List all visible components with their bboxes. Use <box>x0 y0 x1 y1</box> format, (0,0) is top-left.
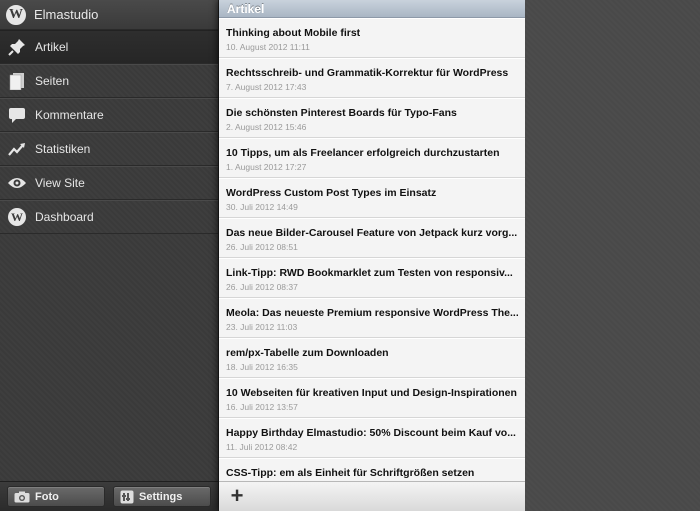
post-date: 7. August 2012 17:43 <box>226 82 307 92</box>
sidebar-item-label: Artikel <box>35 40 69 54</box>
post-title: 10 Tipps, um als Freelancer erfolgreich … <box>226 147 500 159</box>
sidebar: W Elmastudio Artikel Seiten Kommentare S… <box>0 0 219 511</box>
sidebar-item-artikel[interactable]: Artikel <box>0 30 218 64</box>
panel-title: Artikel <box>219 0 525 18</box>
post-title: Das neue Bilder-Carousel Feature von Jet… <box>226 227 518 239</box>
camera-icon <box>14 491 30 503</box>
post-list[interactable]: Thinking about Mobile first 10. August 20… <box>219 18 525 482</box>
list-item[interactable]: rem/px-Tabelle zum Downloaden 18. Juli 20… <box>219 338 525 378</box>
list-item[interactable]: Rechtsschreib- und Grammatik-Korrektur f… <box>219 58 525 98</box>
stats-icon <box>7 139 27 159</box>
sidebar-item-label: Kommentare <box>35 108 104 122</box>
post-title: Thinking about Mobile first <box>226 27 361 39</box>
pages-icon <box>7 71 27 91</box>
post-date: 1. August 2012 17:27 <box>226 162 307 172</box>
post-date: 23. Juli 2012 11:03 <box>226 322 298 332</box>
list-item[interactable]: Thinking about Mobile first 10. August 20… <box>219 18 525 58</box>
eye-icon <box>7 173 27 193</box>
comment-icon <box>7 105 27 125</box>
post-title: Link-Tipp: RWD Bookmarklet zum Testen vo… <box>226 267 513 279</box>
post-date: 2. August 2012 15:46 <box>226 122 307 132</box>
list-item[interactable]: Meola: Das neueste Premium responsive Wo… <box>219 298 525 338</box>
list-item[interactable]: 10 Tipps, um als Freelancer erfolgreich … <box>219 138 525 178</box>
sidebar-item-statistiken[interactable]: Statistiken <box>0 132 218 166</box>
sidebar-item-dashboard[interactable]: W Dashboard <box>0 200 218 234</box>
posts-panel: Artikel Thinking about Mobile first 10. A… <box>219 0 525 511</box>
post-title: 10 Webseiten für kreativen Input und Des… <box>226 387 517 399</box>
post-date: 10. August 2012 11:11 <box>226 42 310 52</box>
sidebar-toolbar: Foto Settings <box>0 481 218 511</box>
post-date: 16. Juli 2012 13:57 <box>226 402 298 412</box>
wordpress-icon: W <box>6 4 26 25</box>
post-date: 11. Juli 2012 08:42 <box>226 442 298 452</box>
post-title: Meola: Das neueste Premium responsive Wo… <box>226 307 518 319</box>
list-item[interactable]: WordPress Custom Post Types im Einsatz 30… <box>219 178 525 218</box>
post-date: 26. Juli 2012 08:37 <box>226 282 298 292</box>
wordpress-icon: W <box>8 208 26 226</box>
post-title: Die schönsten Pinterest Boards für Typo-… <box>226 107 457 119</box>
sidebar-item-label: Dashboard <box>35 210 94 224</box>
post-title: Happy Birthday Elmastudio: 50% Discount … <box>226 427 516 439</box>
site-name: Elmastudio <box>34 7 99 22</box>
sidebar-item-label: Seiten <box>35 74 70 88</box>
settings-button-label: Settings <box>139 490 183 503</box>
post-title: Rechtsschreib- und Grammatik-Korrektur f… <box>226 67 509 79</box>
add-post-button[interactable]: + <box>228 485 246 507</box>
post-date: 30. Juli 2012 14:49 <box>226 202 298 212</box>
sidebar-item-kommentare[interactable]: Kommentare <box>0 98 218 132</box>
list-item[interactable]: CSS-Tipp: em als Einheit für Schriftgröß… <box>219 458 525 482</box>
wordpress-icon: W <box>7 207 27 227</box>
post-title: rem/px-Tabelle zum Downloaden <box>226 347 389 359</box>
sidebar-item-view-site[interactable]: View Site <box>0 166 218 200</box>
post-date: 26. Juli 2012 08:51 <box>226 242 298 252</box>
panel-toolbar: + <box>219 481 525 511</box>
sidebar-item-seiten[interactable]: Seiten <box>0 64 218 98</box>
photo-button-label: Foto <box>35 490 59 503</box>
post-date: 18. Juli 2012 16:35 <box>226 362 298 372</box>
list-item[interactable]: Happy Birthday Elmastudio: 50% Discount … <box>219 418 525 458</box>
sidebar-item-label: Statistiken <box>35 142 91 156</box>
sidebar-header[interactable]: W Elmastudio <box>0 0 218 30</box>
sidebar-item-label: View Site <box>35 176 85 190</box>
settings-button[interactable]: Settings <box>113 486 211 507</box>
post-title: CSS-Tipp: em als Einheit für Schriftgröß… <box>226 467 475 479</box>
photo-button[interactable]: Foto <box>7 486 105 507</box>
pin-icon <box>7 37 27 57</box>
list-item[interactable]: Die schönsten Pinterest Boards für Typo-… <box>219 98 525 138</box>
list-item[interactable]: Das neue Bilder-Carousel Feature von Jet… <box>219 218 525 258</box>
settings-icon <box>120 490 134 504</box>
detail-area <box>525 0 700 511</box>
list-item[interactable]: 10 Webseiten für kreativen Input und Des… <box>219 378 525 418</box>
post-title: WordPress Custom Post Types im Einsatz <box>226 187 437 199</box>
list-item[interactable]: Link-Tipp: RWD Bookmarklet zum Testen vo… <box>219 258 525 298</box>
